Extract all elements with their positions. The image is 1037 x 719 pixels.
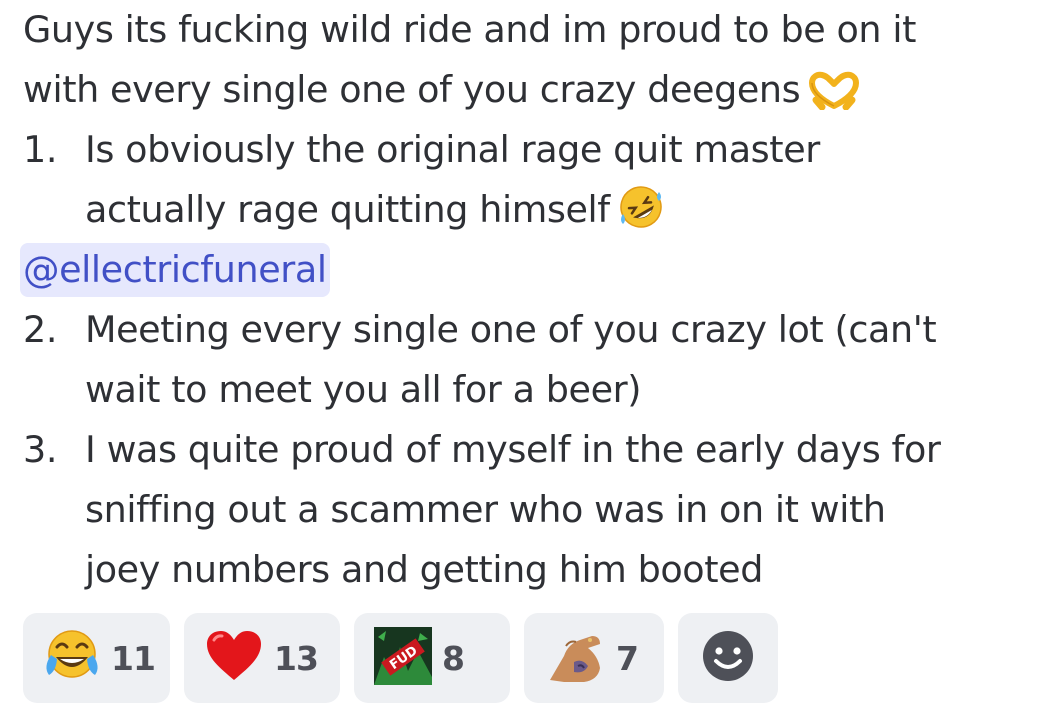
- list-item-text: actually rage quitting himself: [85, 188, 610, 231]
- add-reaction-button[interactable]: [678, 613, 778, 703]
- reaction-count: 13: [274, 638, 319, 678]
- list-number: 2.: [23, 308, 58, 351]
- reaction-count: 11: [111, 638, 156, 678]
- rolling-on-floor-laughing-emoji: [618, 184, 664, 248]
- message-line: Guys its fucking wild ride and im proud …: [23, 8, 916, 51]
- user-mention[interactable]: @ellectricfuneral: [20, 243, 330, 297]
- list-item-text: Meeting every single one of you crazy lo…: [85, 308, 937, 351]
- reaction-heart[interactable]: 13: [184, 613, 340, 703]
- list-item-2: 2. Meeting every single one of you crazy…: [23, 300, 1023, 420]
- list-number: 3.: [23, 428, 58, 471]
- add-reaction-smiley-icon: [701, 629, 755, 687]
- list-item-1: 1. Is obviously the original rage quit m…: [23, 120, 1023, 240]
- list-item-text: I was quite proud of myself in the early…: [85, 428, 941, 471]
- joy-tears-emoji: [43, 627, 101, 689]
- list-item-text: Is obviously the original rage quit mast…: [85, 128, 820, 171]
- mention-line: @ellectricfuneral: [20, 240, 1023, 300]
- message-content: Guys its fucking wild ride and im proud …: [20, 0, 1023, 600]
- reaction-custom-arm[interactable]: 7: [524, 613, 664, 703]
- reaction-joy[interactable]: 11: [23, 613, 170, 703]
- reaction-custom-fud[interactable]: FUD 8: [354, 613, 510, 703]
- custom-flexed-arm-emoji: [544, 626, 606, 690]
- heart-hands-emoji: [808, 68, 860, 128]
- reaction-count: 7: [616, 638, 639, 678]
- list-item-text: wait to meet you all for a beer): [85, 368, 642, 411]
- list-item-text: sniffing out a scammer who was in on it …: [85, 488, 886, 531]
- list-item-text: joey numbers and getting him booted: [85, 548, 763, 591]
- list-number: 1.: [23, 128, 58, 171]
- message-line: with every single one of you crazy deege…: [23, 60, 1023, 120]
- red-heart-emoji: [204, 628, 264, 688]
- custom-fud-emoji: FUD: [374, 627, 432, 689]
- list-item-3: 3. I was quite proud of myself in the ea…: [23, 420, 1023, 600]
- reaction-count: 8: [442, 638, 465, 678]
- list-item-text-line: actually rage quitting himself: [85, 180, 1023, 240]
- message-line-text: with every single one of you crazy deege…: [23, 68, 801, 111]
- reactions-bar: 11 13 FUD 8 7: [23, 613, 778, 703]
